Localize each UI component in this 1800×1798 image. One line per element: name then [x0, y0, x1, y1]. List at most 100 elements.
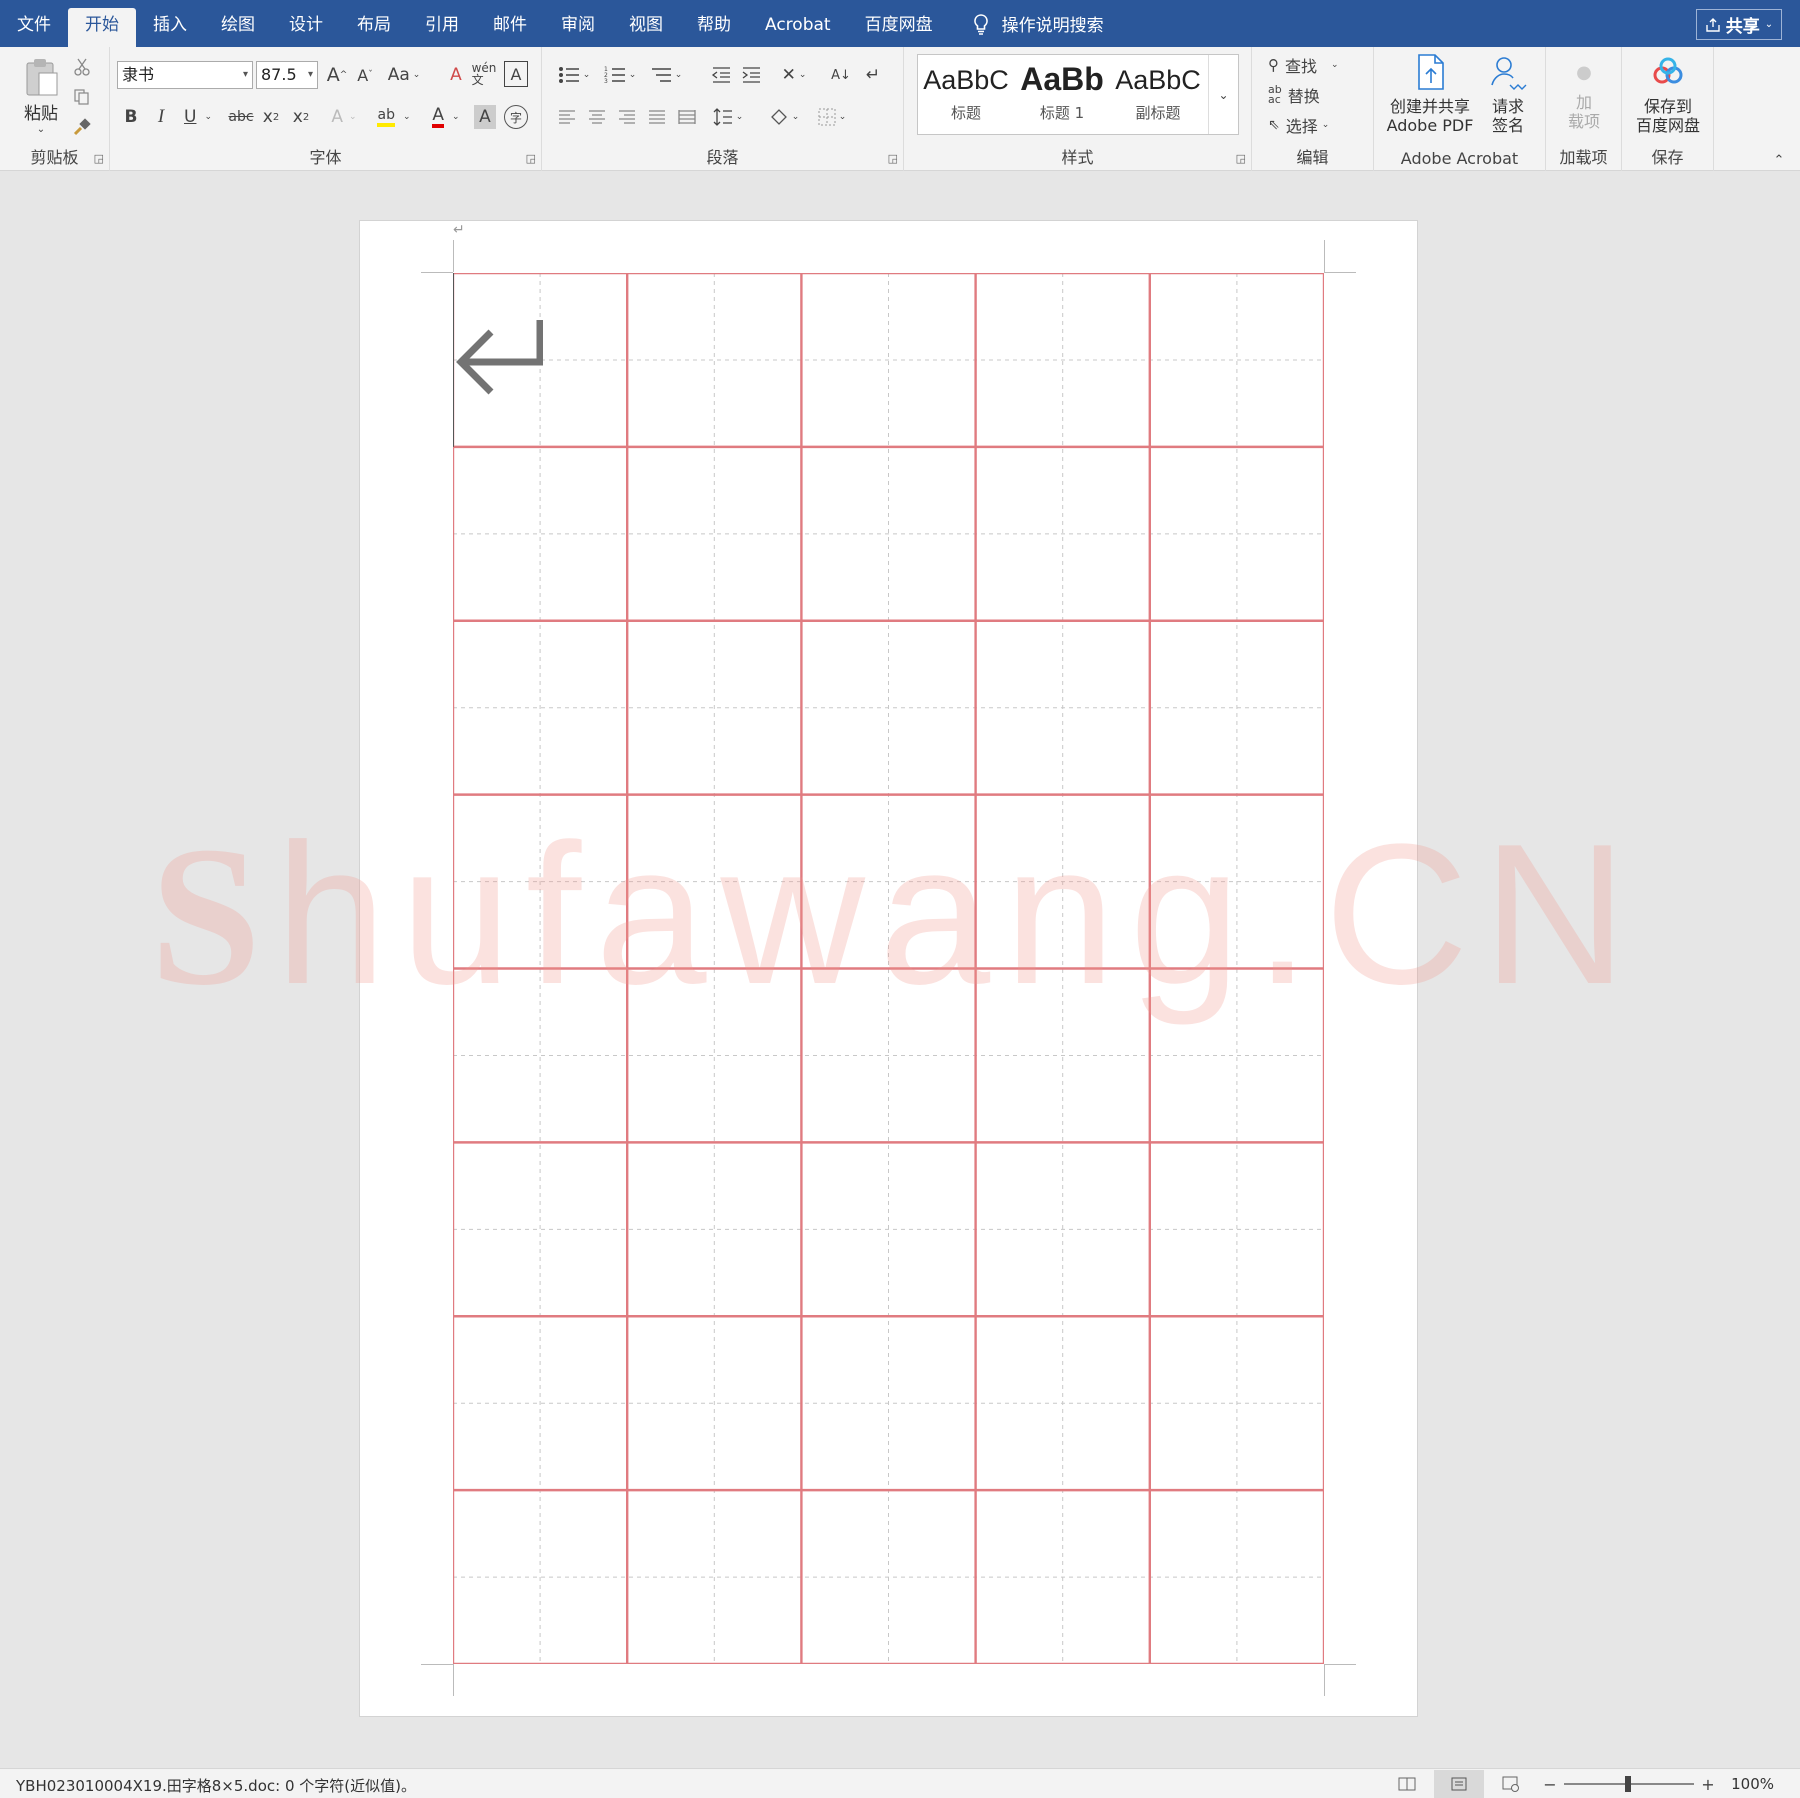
zoom-in-button[interactable]: +: [1698, 1773, 1718, 1795]
tab-draw[interactable]: 绘图: [204, 0, 272, 47]
format-painter-button[interactable]: [70, 115, 94, 139]
text-direction-icon[interactable]: ✕ ⌄: [774, 61, 814, 89]
replace-button[interactable]: ab ac 替换: [1268, 83, 1358, 107]
grow-font-button[interactable]: A ^: [324, 61, 350, 89]
find-button[interactable]: ⚲ 查找 ⌄: [1268, 53, 1364, 77]
copy-button[interactable]: [70, 85, 94, 109]
style-preview: AaBbC: [1115, 65, 1201, 95]
tell-me-search[interactable]: 操作说明搜索: [972, 11, 1104, 36]
status-bar: YBH023010004X19.田字格8×5.doc: 0 个字符(近似值)。 …: [0, 1768, 1800, 1798]
select-button[interactable]: ⇖ 选择 ⌄: [1268, 113, 1358, 137]
tab-layout[interactable]: 布局: [340, 0, 408, 47]
tab-review[interactable]: 审阅: [544, 0, 612, 47]
strikethrough-button[interactable]: abc: [228, 103, 254, 131]
highlight-color-icon[interactable]: ab ⌄: [372, 103, 416, 131]
dialog-launcher-icon[interactable]: ◲: [888, 152, 898, 165]
align-left-icon[interactable]: [554, 103, 580, 131]
style-subtitle[interactable]: AaBbC 副标题: [1110, 55, 1206, 134]
chevron-down-icon: ▾: [242, 69, 248, 80]
status-text: YBH023010004X19.田字格8×5.doc: 0 个字符(近似值)。: [16, 1777, 416, 1795]
signature-icon: [1491, 57, 1527, 90]
share-icon: [1706, 17, 1720, 32]
crop-mark: [1324, 240, 1325, 272]
tab-file[interactable]: 文件: [0, 0, 68, 47]
multilevel-list-icon[interactable]: ⌄: [646, 61, 686, 89]
show-marks-icon[interactable]: ↵: [860, 61, 886, 89]
cut-button[interactable]: [70, 55, 94, 79]
justify-icon[interactable]: [644, 103, 670, 131]
align-right-icon[interactable]: [614, 103, 640, 131]
phonetic-guide-icon[interactable]: wén 文: [472, 59, 497, 89]
paste-button[interactable]: 粘贴 ⌄: [14, 53, 68, 139]
zoom-out-button[interactable]: −: [1540, 1773, 1560, 1795]
style-preview: AaBb: [1020, 61, 1104, 97]
save-baidu-button[interactable]: 保存到 百度网盘: [1626, 53, 1710, 135]
crop-mark: [453, 1664, 454, 1696]
group-clipboard: 粘贴 ⌄ 剪贴板 ◲: [0, 47, 110, 171]
character-shading-icon[interactable]: A: [474, 105, 496, 129]
tell-me-label: 操作说明搜索: [1001, 16, 1104, 36]
share-button[interactable]: 共享 ⌄: [1696, 9, 1782, 40]
clear-formatting-icon[interactable]: A: [444, 61, 468, 89]
style-name: 标题: [950, 104, 981, 122]
tab-baidu[interactable]: 百度网盘: [848, 0, 950, 47]
superscript-button[interactable]: x2: [288, 103, 314, 131]
save-line2: 百度网盘: [1635, 116, 1700, 135]
font-size-combo[interactable]: 87.5 ▾: [256, 61, 318, 89]
enclose-characters-icon[interactable]: 字: [504, 105, 528, 129]
shrink-font-button[interactable]: Aˇ: [352, 61, 378, 89]
group-save: 保存到 百度网盘 保存: [1622, 47, 1714, 171]
sort-icon[interactable]: A↓: [828, 61, 854, 89]
tab-insert[interactable]: 插入: [136, 0, 204, 47]
borders-icon[interactable]: ⌄: [812, 103, 852, 131]
dialog-launcher-icon[interactable]: ◲: [1236, 152, 1246, 165]
create-pdf-line1: 创建并共享: [1389, 97, 1470, 116]
read-mode-icon[interactable]: [1394, 1773, 1420, 1795]
print-layout-icon[interactable]: [1434, 1770, 1484, 1798]
character-border-icon[interactable]: A: [504, 61, 528, 87]
replace-label: 替换: [1287, 87, 1320, 106]
web-layout-icon[interactable]: [1498, 1773, 1524, 1795]
decrease-indent-icon[interactable]: [708, 61, 734, 89]
paste-icon: [26, 59, 58, 96]
zoom-level[interactable]: 100%: [1731, 1775, 1774, 1793]
font-color-icon[interactable]: A ⌄: [424, 103, 468, 131]
tab-design[interactable]: 设计: [272, 0, 340, 47]
chevron-down-icon: ⌄: [452, 112, 460, 122]
tab-home[interactable]: 开始: [68, 8, 136, 47]
group-label-styles: 样式: [1061, 148, 1094, 167]
italic-button[interactable]: I: [148, 103, 174, 131]
style-heading-1[interactable]: AaBb 标题 1: [1014, 55, 1110, 134]
shading-icon[interactable]: ⌄: [764, 103, 804, 131]
tab-help[interactable]: 帮助: [680, 0, 748, 47]
tab-view[interactable]: 视图: [612, 0, 680, 47]
tab-mailings[interactable]: 邮件: [476, 0, 544, 47]
style-title[interactable]: AaBbC 标题: [918, 55, 1014, 134]
line-spacing-icon[interactable]: ⌄: [708, 103, 748, 131]
style-preview: AaBbC: [923, 65, 1009, 95]
addins-button[interactable]: ● 加 载项: [1556, 53, 1612, 131]
create-share-pdf-button[interactable]: 创建并共享 Adobe PDF: [1386, 53, 1474, 135]
zoom-slider-thumb[interactable]: [1625, 1776, 1631, 1792]
style-more-button[interactable]: ⌄: [1208, 55, 1238, 134]
text-effects-icon[interactable]: A ⌄: [324, 103, 364, 131]
numbering-icon[interactable]: 1 2 3 ⌄: [600, 61, 640, 89]
tab-acrobat[interactable]: Acrobat: [748, 0, 848, 47]
addins-line1: 加: [1575, 93, 1592, 112]
collapse-ribbon-icon[interactable]: ⌃: [1768, 151, 1790, 169]
increase-indent-icon[interactable]: [738, 61, 764, 89]
bold-button[interactable]: B: [118, 103, 144, 131]
ribbon: 粘贴 ⌄ 剪贴板 ◲ 隶书 ▾ 87.5 ▾ A ^ Aˇ Aa ⌄ A wén 文 A …: [0, 47, 1800, 171]
distributed-icon[interactable]: [674, 103, 700, 131]
tab-references[interactable]: 引用: [408, 0, 476, 47]
bullets-icon[interactable]: ⌄: [554, 61, 594, 89]
request-signature-button[interactable]: 请求 签名: [1482, 53, 1534, 135]
font-name-combo[interactable]: 隶书 ▾: [117, 61, 253, 89]
zoom-slider[interactable]: [1564, 1776, 1694, 1792]
underline-button[interactable]: U ⌄: [178, 103, 218, 131]
change-case-button[interactable]: Aa ⌄: [384, 61, 424, 89]
align-center-icon[interactable]: [584, 103, 610, 131]
dialog-launcher-icon[interactable]: ◲: [94, 152, 104, 165]
subscript-button[interactable]: x2: [258, 103, 284, 131]
dialog-launcher-icon[interactable]: ◲: [526, 152, 536, 165]
